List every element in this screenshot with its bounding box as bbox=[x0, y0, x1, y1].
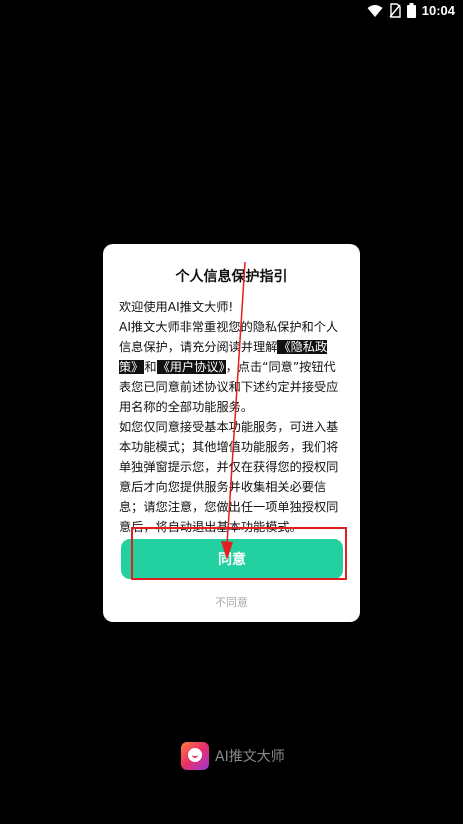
app-name: AI推文大师 bbox=[215, 749, 285, 765]
annotation-arrow-icon bbox=[221, 261, 246, 560]
app-logo-icon bbox=[181, 742, 209, 770]
brand-footer: AI推文大师 bbox=[181, 742, 285, 770]
